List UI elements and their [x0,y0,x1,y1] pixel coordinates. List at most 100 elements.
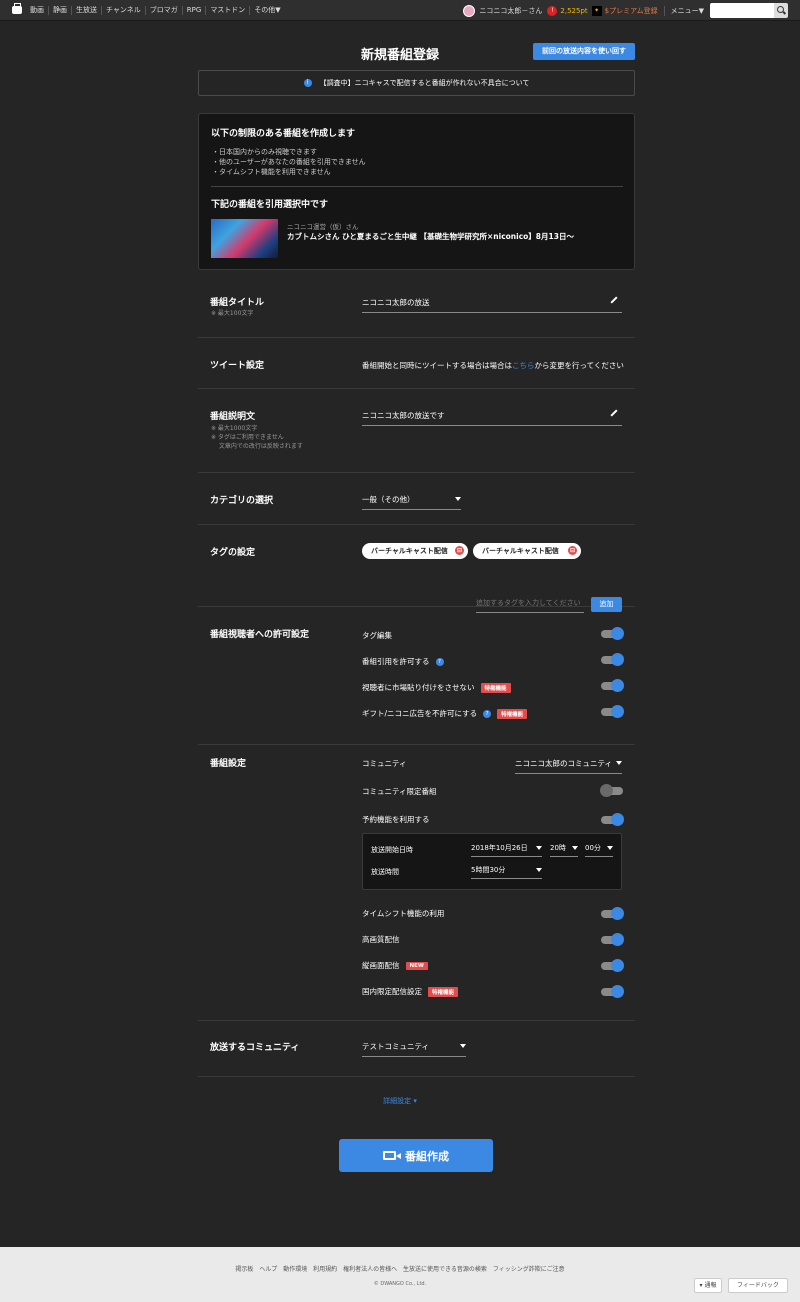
nav-item-rpg[interactable]: RPG [181,6,206,15]
nav-item-live[interactable]: 生放送 [71,6,101,15]
details-toggle[interactable]: 詳細設定 ▾ [0,1096,800,1106]
section-description: 番組説明文 ※ 最大1000文字 ※ タグはご利用できません 文章内での改行は反… [198,389,635,473]
quote-channel: ニコニコ運営（仮）さん [287,223,359,231]
start-date-select[interactable]: 2018年10月26日 [471,843,542,857]
restriction-box: 以下の制限のある番組を作成します ・日本国内からのみ視聴できます ・他のユーザー… [198,113,635,270]
reserve-toggle[interactable] [601,813,624,826]
chevron-down-icon [536,846,542,850]
tag-chip[interactable]: バーチャルキャスト配信 ⊟ [473,543,581,559]
footer-link[interactable]: 生放送に使用できる音源の検索 [403,1266,487,1273]
option-item: 国内限定配信設定 特権機能 [362,986,459,997]
footer-link[interactable]: ヘルプ [259,1266,277,1273]
start-date-value[interactable]: 2018年10月26日 [471,844,528,852]
points-value[interactable]: 2,525pt [560,7,587,15]
description-input[interactable]: ニコニコ太郎の放送です [362,410,622,426]
option-toggle[interactable] [601,933,624,946]
permission-toggle[interactable] [601,627,624,640]
option-label: タイムシフト機能の利用 [362,909,445,918]
footer-link[interactable]: 掲示板 [235,1266,253,1273]
start-hour-value[interactable]: 20時 [550,844,566,852]
permission-toggle[interactable] [601,653,624,666]
option-toggle[interactable] [601,985,624,998]
reserve-item: 予約機能を利用する [362,814,430,825]
user-area: ニコニコ太郎－さん ! 2,525pt ✦ $プレミアム登録 メニュー▼ [463,0,800,21]
create-button-label: 番組作成 [405,1149,449,1163]
footer-link[interactable]: 利用規約 [313,1266,337,1273]
tag-chip[interactable]: バーチャルキャスト配信 ⊟ [362,543,468,559]
search-icon[interactable] [774,3,788,18]
community-limited-label: コミュニティ限定番組 [362,787,437,796]
permission-label: 番組視聴者への許可設定 [210,630,310,640]
permission-toggle[interactable] [601,705,624,718]
title-input[interactable]: ニコニコ太郎の放送 [362,297,622,313]
category-select[interactable]: 一般（その他） [362,494,461,510]
premium-link[interactable]: $プレミアム登録 [605,5,665,16]
section-title: 番組タイトル ※ 最大100文字 ニコニコ太郎の放送 [198,270,635,338]
option-toggle[interactable] [601,907,624,920]
footer-link[interactable]: 権利者法人の皆様へ [343,1266,397,1273]
reuse-previous-button[interactable]: 前回の放送内容を使い回す [533,43,635,60]
broadcast-community-select[interactable]: テストコミュニティ [362,1041,466,1057]
section-broadcast-community: 放送するコミュニティ テストコミュニティ [198,1021,635,1077]
avatar[interactable] [463,4,476,17]
niconico-tv-icon[interactable] [12,6,22,14]
footer-links: 掲示板 ヘルプ 動作環境 利用規約 権利者法人の皆様へ 生放送に使用できる音源の… [0,1264,800,1273]
divider [211,186,623,187]
footer: 掲示板 ヘルプ 動作環境 利用規約 権利者法人の皆様へ 生放送に使用できる音源の… [0,1247,800,1302]
delete-icon[interactable]: ⊟ [455,546,464,555]
community-limited-toggle[interactable] [600,784,623,797]
footer-link[interactable]: フィッシング詐欺にご注意 [493,1266,565,1273]
description-label: 番組説明文 [210,412,256,422]
menu-button[interactable]: メニュー▼ [671,6,704,16]
duration-value[interactable]: 5時間30分 [471,866,505,874]
title-value[interactable]: ニコニコ太郎の放送 [362,298,430,307]
permission-toggle[interactable] [601,679,624,692]
broadcast-community-value[interactable]: テストコミュニティ [362,1042,429,1051]
copyright: © DWANGO Co., Ltd. [373,1281,427,1287]
description-value[interactable]: ニコニコ太郎の放送です [362,411,445,420]
category-label: カテゴリの選択 [210,496,274,506]
report-button[interactable]: ▾ 通報 [694,1278,722,1293]
tweet-text-before: 番組開始と同時にツイートする場合は場合は [362,361,512,370]
notice-banner[interactable]: i 【調査中】ニコキャスで配信すると番組が作れない不具合について [198,70,635,96]
search-input[interactable] [710,3,774,18]
start-hour-select[interactable]: 20時 [550,843,578,857]
nav-item-more[interactable]: その他▼ [249,6,284,15]
toggle-knob [611,653,624,666]
toggle-knob [611,679,624,692]
category-value[interactable]: 一般（その他） [362,495,415,504]
permission-item-label: タグ編集 [362,631,392,640]
nav-item-mastodon[interactable]: マストドン [205,6,249,15]
nav-item-blomaga[interactable]: ブロマガ [144,6,182,15]
start-minute-value[interactable]: 00分 [585,844,601,852]
global-nav: 動画 静画 生放送 チャンネル ブロマガ RPG マストドン その他▼ [26,0,285,21]
toggle-knob [611,705,624,718]
create-program-button[interactable]: 番組作成 [339,1139,493,1172]
start-minute-select[interactable]: 00分 [585,843,613,857]
nav-item-channel[interactable]: チャンネル [101,6,145,15]
chevron-down-icon [607,846,613,850]
info-icon: i [303,79,312,87]
footer-link[interactable]: 動作環境 [283,1266,307,1273]
nav-item-video[interactable]: 動画 [26,6,48,15]
user-name[interactable]: ニコニコ太郎－さん [479,6,542,16]
notice-text[interactable]: 【調査中】ニコキャスで配信すると番組が作れない不具合について [320,78,530,88]
community-select[interactable]: ニコニコ太郎のコミュニティ [515,758,622,774]
delete-icon[interactable]: ⊟ [568,546,577,555]
toggle-knob [611,813,624,826]
duration-select[interactable]: 5時間30分 [471,865,542,879]
tweet-text-after: から変更を行ってください [534,361,624,370]
global-nav-bar: 動画 静画 生放送 チャンネル ブロマガ RPG マストドン その他▼ ニコニコ… [0,0,800,21]
nav-item-seiga[interactable]: 静画 [48,6,71,15]
pencil-icon [610,297,618,305]
tweet-settings-link[interactable]: こちら [512,361,535,370]
permission-item-label: 視聴者に市場貼り付けをさせない [362,683,475,692]
help-icon[interactable]: ? [435,657,444,666]
help-icon[interactable]: ? [483,709,492,718]
quote-title[interactable]: カブトムシさん ひと夏まるごと生中継 【基礎生物学研究所×niconico】8月… [287,231,574,242]
toggle-knob [611,933,624,946]
quote-thumbnail[interactable] [211,219,278,258]
option-toggle[interactable] [601,959,624,972]
feedback-button[interactable]: フィードバック [728,1278,788,1293]
community-value[interactable]: ニコニコ太郎のコミュニティ [515,759,612,768]
